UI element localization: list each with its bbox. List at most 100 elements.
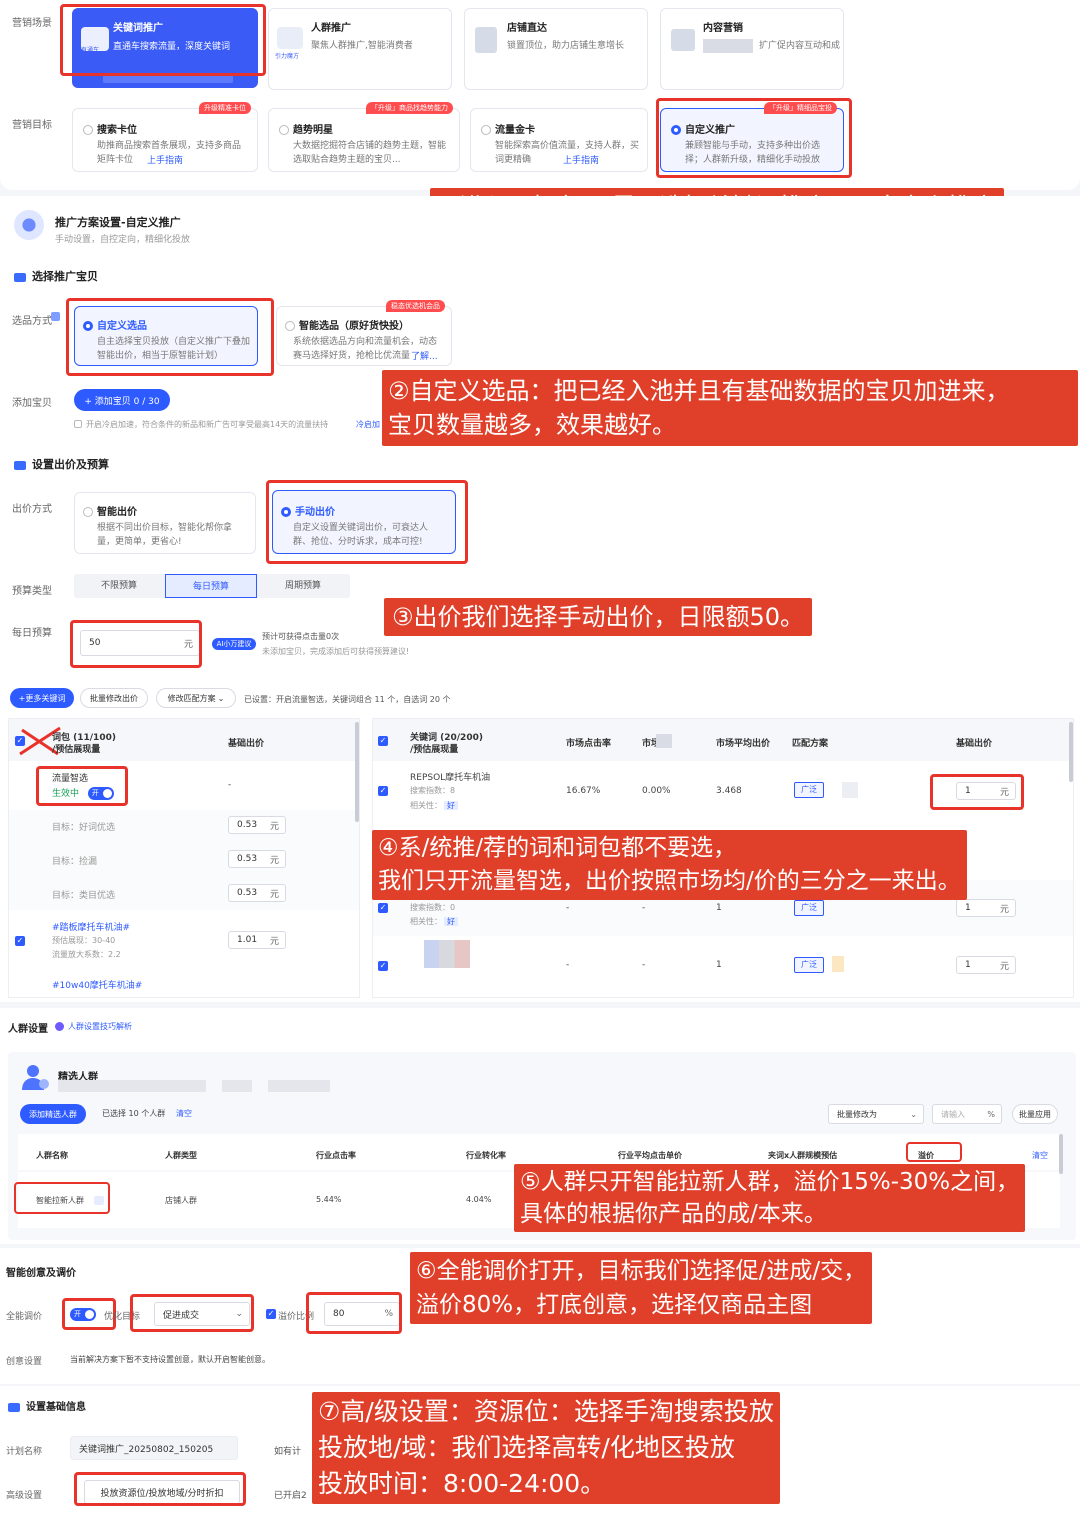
goal-card-trend[interactable]: 「升级」商品找趋势能力 趋势明星 大数据挖掘符合店铺的趋势主题，智能选取贴合趋势… (268, 102, 460, 172)
advanced-label: 高级设置 (6, 1491, 43, 1501)
batch-bid-button[interactable]: 批量修改出价 (80, 688, 148, 708)
scene-card-crowd[interactable]: 引力魔方 人群推广 聚焦人群推广,智能消费者 (268, 8, 452, 90)
batch-apply-button[interactable]: 批量应用 (1012, 1104, 1058, 1124)
base-bid-col: 基础出价 (956, 739, 993, 749)
scene-card-shop[interactable]: 店铺直达 锁置顶位，助力店铺生意增长 (464, 8, 648, 90)
checkbox-checked-icon[interactable]: ✓ (378, 961, 388, 971)
add-item-button[interactable]: + 添加宝贝 0 / 30 (74, 389, 170, 411)
learn-more-link[interactable]: 了解... (411, 349, 438, 362)
match-tag[interactable]: 广泛 (794, 900, 824, 916)
wordpack-bid-input[interactable]: 1.01 元 (228, 931, 286, 949)
match-tag[interactable]: 广泛 (794, 782, 824, 798)
checkbox-checked-icon[interactable]: ✓ (378, 736, 388, 746)
market-ctr-col: 市场点击率 (566, 739, 612, 749)
flow-toggle[interactable]: 开 (87, 787, 114, 800)
content-icon (671, 29, 695, 51)
crowd-tips-link[interactable]: 人群设置技巧解析 (68, 1021, 132, 1032)
premium-label: 溢价比例 (278, 1312, 315, 1322)
smart-bid-title: 智能出价 (97, 507, 137, 518)
building-icon (475, 27, 497, 53)
ai-suggest-badge[interactable]: AI小万建议 (212, 638, 256, 650)
cold-start-checkbox[interactable] (74, 420, 82, 428)
wordpack-row-title: #踏板摩托车机油# (52, 923, 131, 933)
daily-budget-input[interactable]: 50 元 (80, 630, 200, 656)
goal-card-custom[interactable]: 「升级」精细品宝投 自定义推广 兼顾智能与手动，支持多种出价选择；人群新升级，精… (660, 102, 844, 172)
adjust-toggle-wrap[interactable]: 开 (70, 1308, 96, 1321)
keyword-bid-input[interactable]: 1元 (956, 899, 1016, 917)
wordpack-col-sub: /预估展现量 (52, 745, 101, 755)
goal-desc: 兼顾智能与手动，支持多种出价选择；人群新升级，精细化手动投放 (685, 141, 821, 165)
crowd-selected: 已选择 10 个人群 (102, 1109, 166, 1118)
row-cvr: - (642, 903, 646, 913)
smart-bid-card[interactable]: 智能出价 根据不同出价目标，智能化帮你拿量，更简单，更省心! (74, 492, 256, 554)
goal-select[interactable]: 促进成交 ⌄ (154, 1302, 250, 1326)
crowd-clear-link[interactable]: 清空 (176, 1108, 192, 1119)
annotation-2: ②自定义选品：把已经入池并且有基础数据的宝贝加进来， 宝贝数量越多，效果越好。 (382, 370, 1078, 446)
goal-card-gold[interactable]: 流量金卡 智能探索高价值流量，支持人群，买词更精确 上手指南 (470, 108, 648, 172)
right-scrollbar[interactable] (1069, 722, 1073, 782)
keyword-name: REPSOL摩托车机油 (410, 773, 491, 783)
plan-name-input[interactable]: 关键词推广_20250802_150205 (70, 1436, 238, 1460)
checkbox-checked-icon[interactable]: ✓ (378, 786, 388, 796)
keyword-bid-input[interactable]: 1元 (956, 956, 1016, 974)
crowd-col-type: 人群类型 (165, 1151, 197, 1160)
plan-subtitle: 手动设置，自控定向，精细化投放 (55, 235, 191, 245)
bid-section-head: 设置出价及预算 (14, 456, 109, 472)
base-bid-col: 基础出价 (228, 739, 265, 749)
cold-start-text: 开启冷启加速，符合条件的新品和新广告可享受最高14天的流量扶持 (86, 420, 329, 429)
tab-daily[interactable]: 每日预算 (165, 574, 257, 598)
cold-start-link[interactable]: 冷启加 (356, 419, 380, 430)
more-keywords-button[interactable]: +更多关键词 (10, 688, 74, 708)
batch-modify-select[interactable]: 批量修改为 ⌄ (828, 1104, 924, 1124)
tips-icon (55, 1022, 64, 1031)
flow-row: 生效中 开 (52, 786, 114, 800)
keyword-bid-input[interactable]: 1元 (956, 782, 1016, 800)
batch-percent-input[interactable]: 请输入% (932, 1104, 1002, 1124)
custom-select-card[interactable]: 自定义选品 自主选择宝贝投放（自定义推广下叠加智能出价，相当于原智能计划） (74, 306, 258, 366)
annotation-6: ⑥全能调价打开，目标我们选择促/进成/交， 溢价80%，打底创意，选择仅商品主图 (410, 1252, 873, 1324)
estimate-text: 预计可获得点击量0次 (262, 632, 340, 641)
crowd-head: 人群设置 (8, 1024, 48, 1035)
goal-tag: 「升级」精细品宝投 (764, 102, 837, 114)
radio-icon (83, 507, 93, 517)
tab-unlimited[interactable]: 不限预算 (74, 574, 164, 598)
section-icon (14, 272, 26, 282)
guide-link[interactable]: 上手指南 (147, 153, 183, 166)
plan-title: 推广方案设置-自定义推广 (55, 216, 181, 229)
manual-bid-card[interactable]: 手动出价 自定义设置关键词出价，可衰达人群、抢位、分时诉求，成本可控! (272, 490, 456, 554)
chevron-down-icon: ⌄ (217, 693, 225, 703)
scene-card-content[interactable]: 内容营销 扩广促内容互动和成 (660, 8, 844, 90)
match-plan-button[interactable]: 修改匹配方案 ⌄ (156, 688, 236, 708)
premium-input[interactable]: 80% (324, 1302, 400, 1326)
guide-link[interactable]: 上手指南 (563, 153, 599, 166)
radio-selected-icon (281, 507, 291, 517)
goal-title: 趋势明星 (293, 125, 333, 136)
goal-bid-input[interactable]: 0.53 元 (228, 850, 286, 868)
checkbox-checked-icon[interactable]: ✓ (378, 903, 388, 913)
section-icon (8, 1402, 20, 1412)
checkbox-checked-icon[interactable]: ✓ (15, 936, 25, 946)
smart-bid-desc: 根据不同出价目标，智能化帮你拿量，更简单，更省心! (97, 523, 233, 547)
goal-title: 搜索卡位 (97, 125, 137, 136)
adjust-toggle[interactable]: 开 (70, 1308, 96, 1321)
match-tag[interactable]: 广泛 (794, 957, 824, 973)
crowd-col-cvr: 行业转化率 (466, 1151, 506, 1160)
scene-card-keyword[interactable]: 直通车 关键词推广 直通车搜索流量，深度关键词 (72, 8, 258, 88)
smart-select-card[interactable]: 稳态优选机会品 智能选品（原好货快投） 系统依据选品方向和流量机会，动态赛马选择… (276, 300, 452, 366)
premium-checkbox[interactable]: ✓ (266, 1309, 276, 1319)
goal-bid-input[interactable]: 0.53 元 (228, 816, 286, 834)
goal-row-label: 目标：捡漏 (52, 857, 98, 867)
goal-select-label: 优化目标 (104, 1312, 141, 1322)
goal-card-search[interactable]: 升级精准卡位 搜索卡位 助推商品搜索首条展现，支持多商品矩阵卡位 上手指南 (72, 102, 258, 172)
left-scrollbar[interactable] (355, 722, 359, 822)
add-crowd-button[interactable]: 添加精选人群 (20, 1104, 86, 1124)
row-cvr: - (642, 960, 646, 970)
smart-select-title: 智能选品（原好货快投） (299, 321, 409, 332)
tab-period[interactable]: 周期预算 (258, 574, 348, 598)
crowd-scrollbar[interactable] (1059, 1134, 1063, 1174)
row-ctr: - (566, 903, 570, 913)
goal-bid-input[interactable]: 0.53 元 (228, 884, 286, 902)
crowd-row-name: 智能拉新人群 (36, 1196, 84, 1205)
advanced-setting-button[interactable]: 投放资源位/投放地域/分时折扣 (84, 1480, 240, 1504)
crowd-col-clear[interactable]: 清空 (1032, 1150, 1048, 1161)
